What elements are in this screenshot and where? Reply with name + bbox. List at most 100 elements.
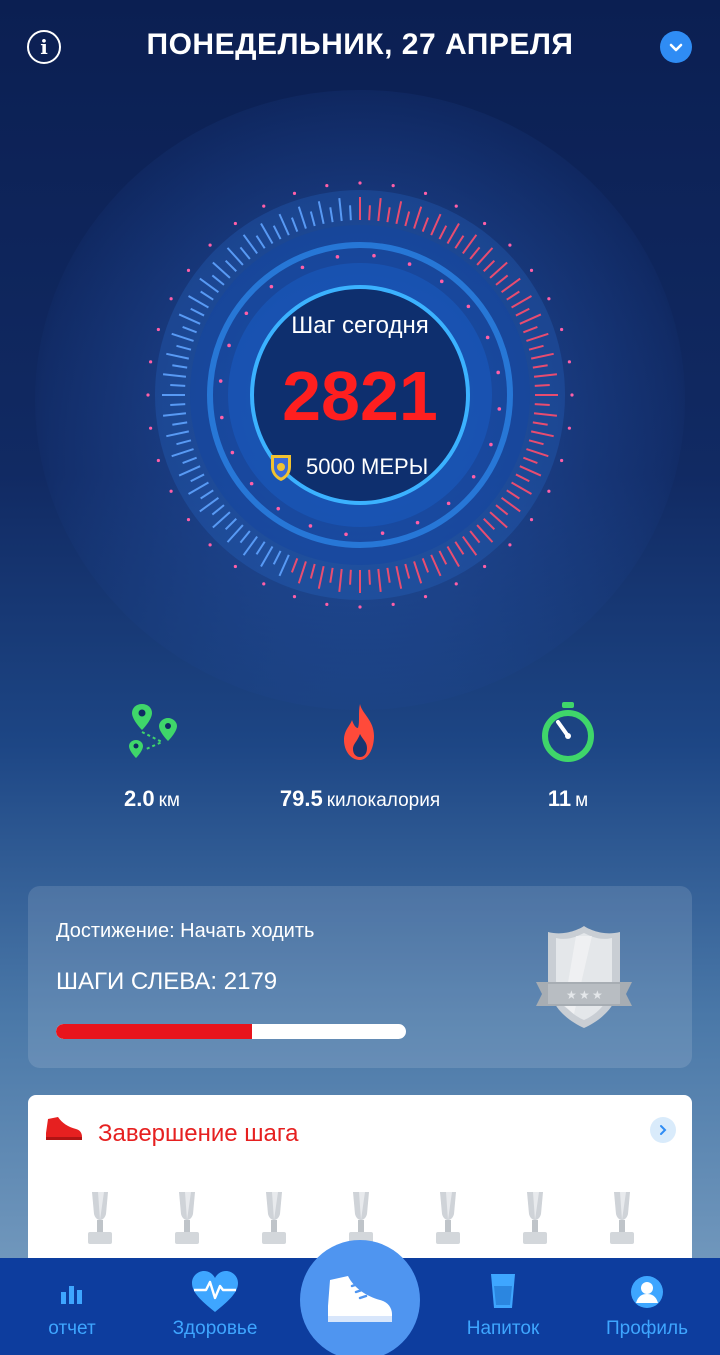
ring-dot	[489, 442, 493, 447]
ring-dot	[415, 520, 420, 525]
goal-row[interactable]: 5000 МЕРЫ	[268, 452, 428, 482]
ring-tick	[349, 569, 352, 585]
trophy-icon	[519, 1190, 551, 1253]
nav-health-label: Здоровье	[172, 1318, 258, 1339]
nav-drink-label: Напиток	[466, 1318, 540, 1339]
calories-stat: 79.5 килокалория	[250, 700, 470, 812]
route-pins-icon	[129, 704, 177, 758]
ring-dot	[208, 543, 212, 547]
calories-unit: килокалория	[326, 790, 441, 811]
ring-dot	[508, 243, 512, 247]
ring-dot	[186, 268, 191, 272]
ring-dot	[262, 582, 266, 586]
trophy-icon	[432, 1190, 464, 1253]
ring-dot	[547, 297, 551, 301]
bar-chart-icon	[61, 1286, 82, 1304]
badge-icon	[271, 455, 291, 481]
distance-unit: км	[158, 790, 180, 811]
ring-dot	[391, 184, 395, 188]
steps-left: ШАГИ СЛЕВА: 2179	[56, 968, 278, 995]
sneaker-icon	[46, 1117, 82, 1140]
user-icon	[631, 1276, 663, 1308]
achievement-progress	[56, 1024, 406, 1039]
ring-dot	[169, 489, 173, 493]
ring-dot	[483, 221, 487, 226]
ring-dot	[276, 506, 281, 511]
ring-tick	[368, 569, 371, 585]
sneaker-icon	[328, 1276, 392, 1322]
ring-dot	[208, 243, 212, 247]
ring-dot	[454, 204, 458, 208]
ring-dot	[233, 221, 237, 226]
ring-dot	[466, 304, 471, 309]
time-stat: 11 м	[508, 700, 628, 812]
ring-dot	[529, 518, 534, 522]
ring-dot	[471, 474, 476, 479]
nav-report-label: отчет	[48, 1318, 96, 1339]
ring-dot	[439, 279, 444, 284]
ring-dot	[249, 481, 254, 486]
ring-dot	[325, 184, 329, 188]
ring-dot	[308, 524, 313, 528]
nav-report[interactable]: отчет	[20, 1258, 124, 1355]
ring-dot	[529, 268, 534, 272]
ring-dot	[547, 489, 551, 493]
ring-dot	[292, 595, 297, 599]
chevron-right-icon[interactable]	[650, 1117, 676, 1143]
step-label: Шаг сегодня	[291, 312, 429, 339]
ring-dot	[300, 265, 305, 270]
ring-dot	[380, 531, 385, 535]
calories-value: 79.5	[279, 786, 323, 811]
steps-fab-button[interactable]	[300, 1240, 420, 1355]
ring-dot	[262, 204, 266, 208]
ring-dot	[508, 543, 512, 547]
svg-text:★: ★	[592, 988, 603, 1002]
distance-stat: 2.0 км	[92, 700, 212, 812]
trophy-icon	[84, 1190, 116, 1253]
nav-health[interactable]: Здоровье	[160, 1258, 270, 1355]
ring-dot	[454, 582, 458, 586]
ring-dot	[186, 518, 191, 522]
time-unit: м	[575, 790, 589, 811]
time-value: 11	[547, 786, 572, 811]
ring-dot	[391, 602, 395, 606]
shield-badge-icon: ★ ★ ★	[536, 926, 632, 1028]
nav-profile-label: Профиль	[605, 1318, 689, 1339]
ring-dot	[560, 458, 564, 463]
ring-dot	[372, 253, 376, 258]
trophy-icon	[606, 1190, 638, 1253]
ring-tick	[368, 205, 371, 221]
svg-text:★: ★	[579, 988, 590, 1002]
heart-pulse-icon	[192, 1271, 238, 1312]
ring-dot	[423, 595, 428, 599]
nav-drink[interactable]: Напиток	[450, 1258, 556, 1355]
trophy-icon	[171, 1190, 203, 1253]
ring-dot	[233, 564, 237, 569]
achievement-title: Достижение: Начать ходить	[56, 920, 315, 942]
ring-dot	[169, 297, 173, 301]
ring-tick	[349, 205, 352, 221]
chevron-down-icon[interactable]	[660, 31, 692, 63]
ring-dot	[227, 343, 231, 348]
ring-dot	[358, 605, 362, 609]
flame-icon	[344, 704, 374, 760]
ring-dot	[269, 284, 274, 289]
date-title[interactable]: ПОНЕДЕЛЬНИК, 27 АПРЕЛЯ	[0, 28, 720, 62]
ring-dot	[407, 262, 412, 266]
svg-text:★: ★	[566, 988, 577, 1002]
achievement-progress-fill	[56, 1024, 252, 1039]
ring-dot	[358, 181, 362, 185]
glass-icon	[491, 1274, 515, 1308]
header: i ПОНЕДЕЛЬНИК, 27 АПРЕЛЯ	[0, 0, 720, 95]
ring-dot	[423, 191, 428, 195]
ring-dot	[446, 501, 451, 506]
stopwatch-icon	[542, 702, 594, 762]
distance-value: 2.0	[124, 786, 155, 811]
ring-dot	[344, 532, 348, 537]
achievement-card[interactable]: Достижение: Начать ходить ШАГИ СЛЕВА: 21…	[28, 886, 692, 1068]
ring-dot	[292, 191, 297, 195]
nav-profile[interactable]: Профиль	[594, 1258, 700, 1355]
ring-dot	[335, 255, 340, 259]
trophy-icon	[258, 1190, 290, 1253]
ring-dot	[483, 564, 487, 569]
